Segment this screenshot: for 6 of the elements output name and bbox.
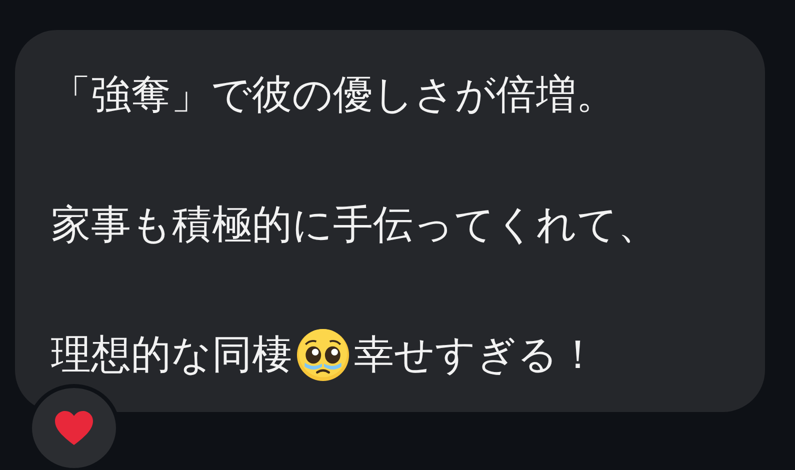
message-text: 幸せすぎる！ <box>354 331 598 380</box>
message-text: 家事も積極的に手伝ってくれて、 <box>51 201 658 250</box>
message-text: 理想的な同棲 <box>51 331 292 380</box>
heart-icon <box>54 410 94 446</box>
pleading-face-icon <box>296 328 350 382</box>
message-text: 「強奪」で彼の優しさが倍増。 <box>51 71 616 120</box>
